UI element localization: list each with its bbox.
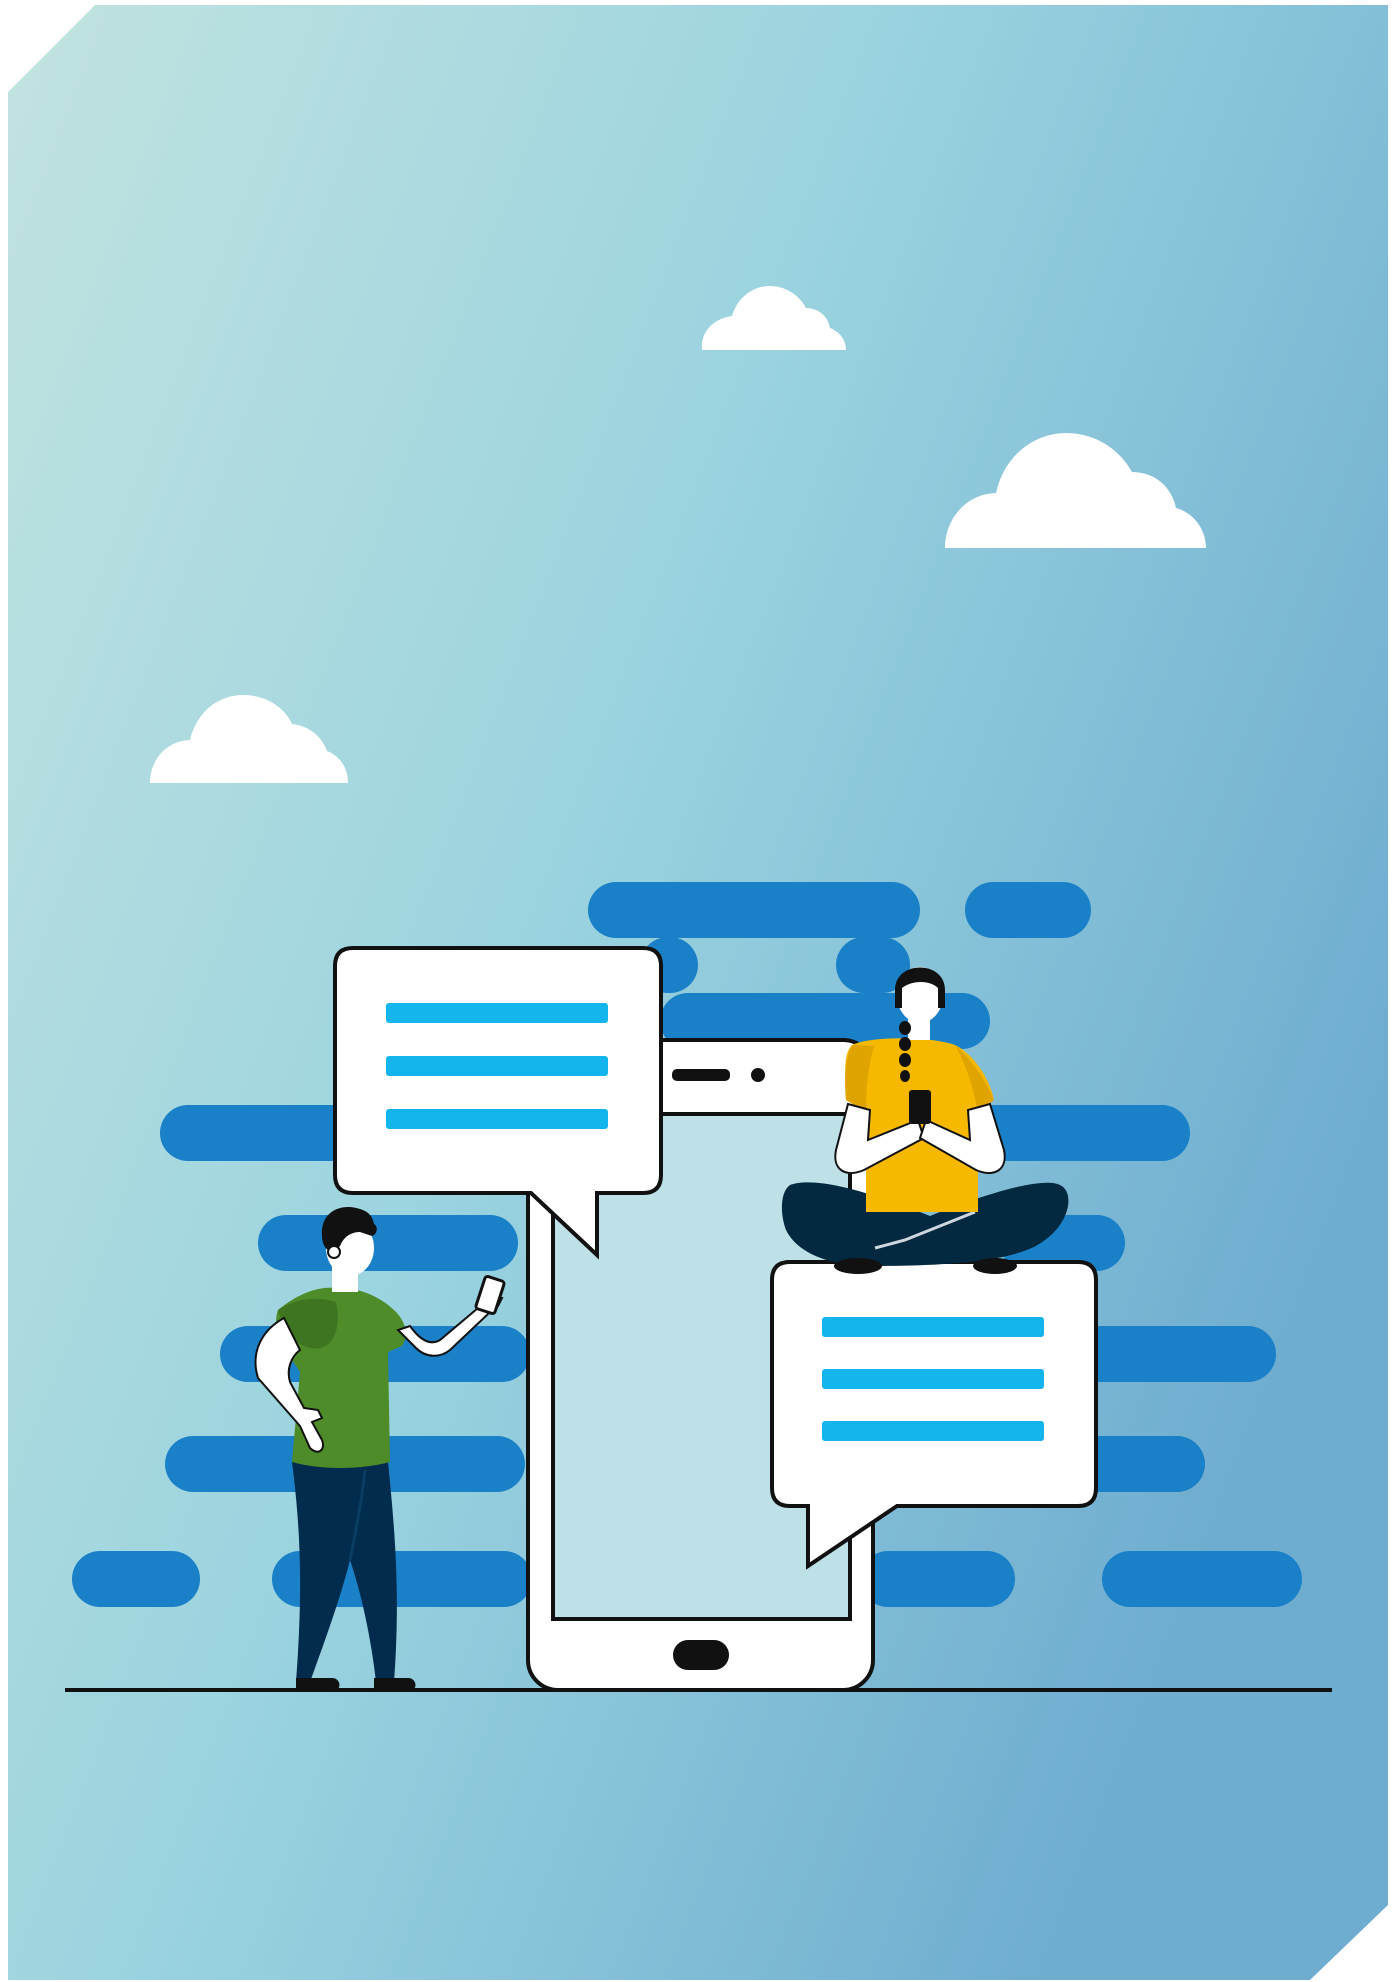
phone-speaker (672, 1069, 730, 1081)
phone-camera (751, 1068, 765, 1082)
phone-home-button (673, 1640, 729, 1670)
illustration-scene (8, 5, 1388, 1980)
